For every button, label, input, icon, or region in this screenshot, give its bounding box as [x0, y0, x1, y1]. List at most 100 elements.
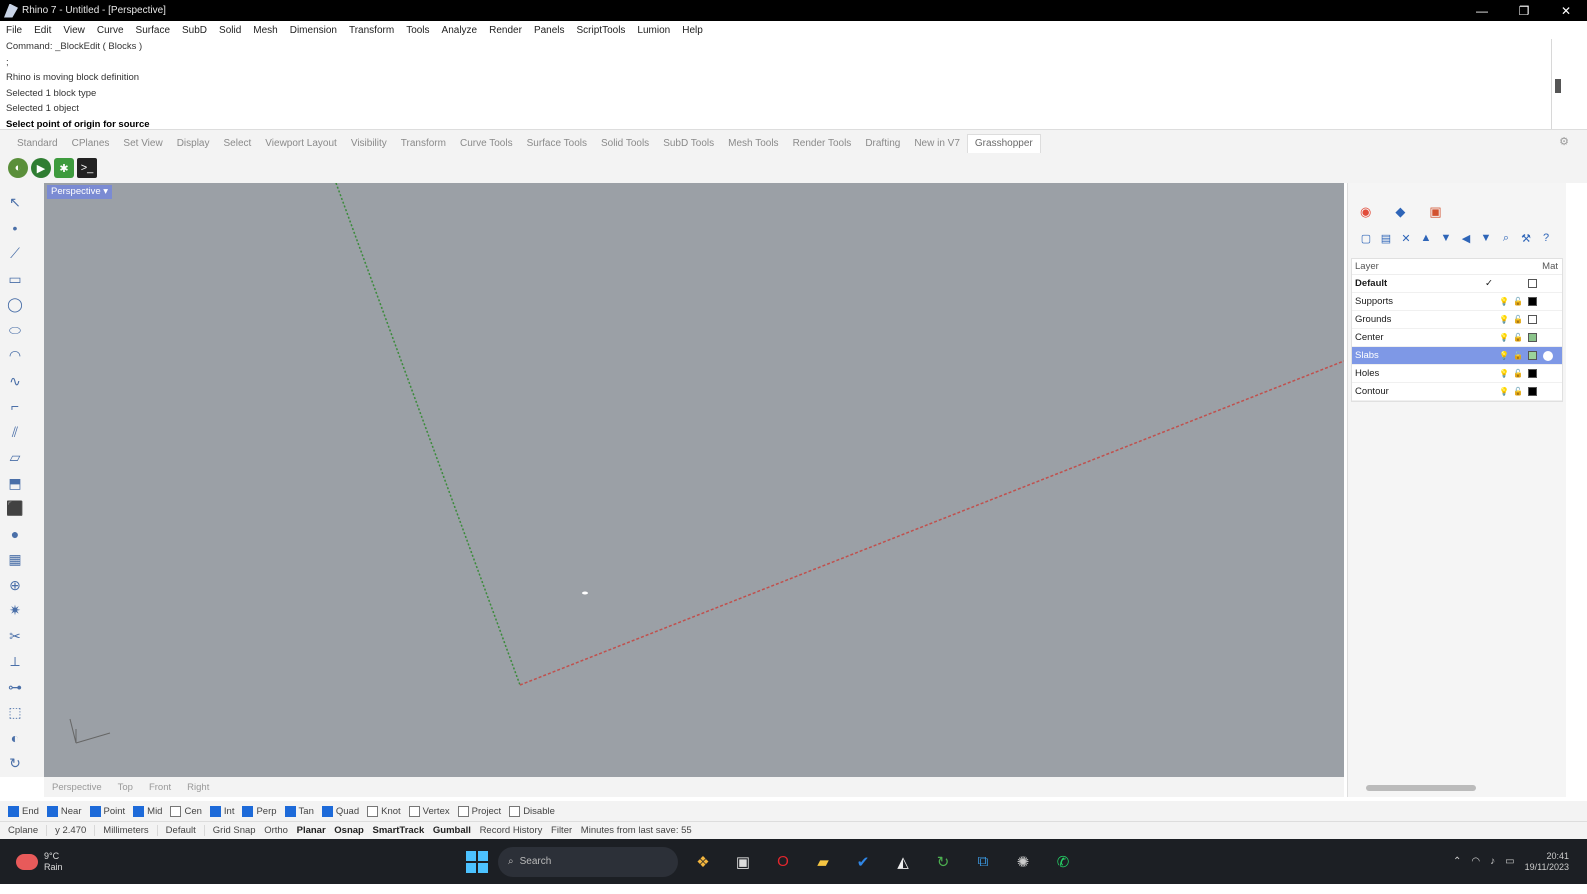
viewport-tab-perspective[interactable]: Perspective: [52, 782, 102, 793]
split-icon[interactable]: ⟂: [6, 652, 24, 670]
osnap-checkbox[interactable]: [321, 805, 333, 817]
menu-panels[interactable]: Panels: [534, 25, 565, 36]
extrude-icon[interactable]: ⬒: [6, 474, 24, 492]
search-icon[interactable]: ⌕: [1498, 232, 1514, 245]
material-dot[interactable]: [1543, 350, 1553, 361]
explode-icon[interactable]: ✷: [6, 601, 24, 619]
lock-icon[interactable]: 🔓: [1513, 387, 1523, 396]
point-icon[interactable]: •: [6, 219, 24, 237]
chevron-up-icon[interactable]: ⌃: [1453, 856, 1461, 867]
tab-curve-tools[interactable]: Curve Tools: [453, 138, 520, 153]
osnap-near[interactable]: Near: [46, 805, 82, 817]
new-sublayer-icon[interactable]: ▤: [1378, 232, 1394, 245]
tab-solid-tools[interactable]: Solid Tools: [594, 138, 656, 153]
command-scrollbar[interactable]: [1551, 39, 1565, 129]
visibility-bulb-icon[interactable]: 💡: [1499, 315, 1509, 324]
move-up-icon[interactable]: ▲: [1418, 232, 1434, 244]
file-explorer-icon[interactable]: ▰: [808, 847, 838, 877]
opera-icon[interactable]: O: [768, 847, 798, 877]
help-icon[interactable]: ?: [1538, 232, 1554, 244]
panel-scrollbar[interactable]: [1366, 785, 1476, 791]
layer-color-swatch[interactable]: [1528, 333, 1537, 342]
lock-icon[interactable]: 🔓: [1513, 297, 1523, 306]
menu-file[interactable]: File: [6, 25, 22, 36]
task-view-icon[interactable]: ▣: [728, 847, 758, 877]
viewport-name-label[interactable]: Perspective ▾: [47, 185, 113, 199]
tab-display[interactable]: Display: [170, 138, 217, 153]
menu-lumion[interactable]: Lumion: [637, 25, 670, 36]
tab-visibility[interactable]: Visibility: [344, 138, 394, 153]
menu-render[interactable]: Render: [489, 25, 522, 36]
layer-color-swatch[interactable]: [1528, 297, 1537, 306]
maximize-button[interactable]: ❐: [1503, 4, 1545, 18]
widgets-icon[interactable]: ❖: [688, 847, 718, 877]
lock-icon[interactable]: 🔓: [1513, 369, 1523, 378]
battery-icon[interactable]: ▭: [1505, 856, 1514, 867]
tab-transform[interactable]: Transform: [394, 138, 453, 153]
osnap-checkbox[interactable]: [408, 805, 420, 817]
box-icon[interactable]: ⬛: [6, 499, 24, 517]
group-icon[interactable]: ⬚: [6, 703, 24, 721]
osnap-quad[interactable]: Quad: [321, 805, 359, 817]
filter-toggle[interactable]: Filter: [551, 825, 572, 836]
join-icon[interactable]: ⊶: [6, 678, 24, 696]
menu-help[interactable]: Help: [682, 25, 703, 36]
osnap-tan[interactable]: Tan: [284, 805, 314, 817]
chatgpt-icon[interactable]: ✺: [1008, 847, 1038, 877]
osnap-perp[interactable]: Perp: [242, 805, 277, 817]
polyline-icon[interactable]: ⟋: [6, 244, 24, 262]
mesh-icon[interactable]: ▦: [6, 550, 24, 568]
record-history-toggle[interactable]: Record History: [480, 825, 543, 836]
taskbar-search[interactable]: ⌕ Search: [498, 846, 678, 877]
arc-icon[interactable]: ◠: [6, 346, 24, 364]
layer-color-swatch[interactable]: [1528, 351, 1537, 360]
menu-tools[interactable]: Tools: [406, 25, 429, 36]
filter-icon[interactable]: ▼: [1478, 232, 1494, 244]
planar-toggle[interactable]: Planar: [297, 825, 326, 836]
trim-icon[interactable]: ✂: [6, 627, 24, 645]
start-button[interactable]: [466, 850, 488, 873]
smarttrack-toggle[interactable]: SmartTrack: [373, 825, 425, 836]
surface-icon[interactable]: ▱: [6, 448, 24, 466]
menu-edit[interactable]: Edit: [34, 25, 51, 36]
weather-widget[interactable]: 9°C Rain: [0, 851, 300, 873]
tab-cplanes[interactable]: CPlanes: [65, 138, 117, 153]
tab-mesh-tools[interactable]: Mesh Tools: [721, 138, 785, 153]
lock-icon[interactable]: 🔓: [1513, 351, 1523, 360]
osnap-int[interactable]: Int: [209, 805, 234, 817]
vscode-icon[interactable]: ⧉: [968, 847, 998, 877]
move-down-icon[interactable]: ▼: [1438, 232, 1454, 244]
osnap-point[interactable]: Point: [89, 805, 125, 817]
tab-standard[interactable]: Standard: [10, 138, 65, 153]
layer-row[interactable]: Grounds 💡 🔓: [1352, 311, 1562, 329]
sync-icon[interactable]: ↻: [928, 847, 958, 877]
close-button[interactable]: ✕: [1545, 4, 1587, 18]
osnap-end[interactable]: End: [8, 805, 39, 817]
lock-icon[interactable]: 🔓: [1513, 333, 1523, 342]
curve-icon[interactable]: ∿: [6, 372, 24, 390]
grasshopper-open-icon[interactable]: ◐: [8, 158, 28, 178]
osnap-checkbox[interactable]: [209, 805, 221, 817]
menu-analyze[interactable]: Analyze: [442, 25, 478, 36]
layer-row[interactable]: Default ✓: [1352, 275, 1562, 293]
visibility-bulb-icon[interactable]: 💡: [1499, 351, 1509, 360]
play-icon[interactable]: ▶: [31, 158, 51, 178]
current-layer[interactable]: Default: [158, 825, 205, 836]
volume-icon[interactable]: ♪: [1490, 856, 1495, 867]
lock-icon[interactable]: 🔓: [1513, 315, 1523, 324]
circle-icon[interactable]: ◯: [6, 295, 24, 313]
minimize-button[interactable]: —: [1461, 4, 1503, 18]
menu-subd[interactable]: SubD: [182, 25, 207, 36]
layers-icon[interactable]: ◆: [1395, 204, 1405, 220]
osnap-toggle[interactable]: Osnap: [334, 825, 364, 836]
layer-color-swatch[interactable]: [1528, 369, 1537, 378]
osnap-checkbox[interactable]: [46, 805, 58, 817]
delete-layer-icon[interactable]: ✕: [1398, 232, 1414, 245]
grasshopper-icon[interactable]: ✱: [54, 158, 74, 178]
clock[interactable]: 20:41 19/11/2023: [1525, 851, 1569, 873]
menu-surface[interactable]: Surface: [136, 25, 170, 36]
visibility-bulb-icon[interactable]: 💡: [1499, 333, 1509, 342]
grid-snap-toggle[interactable]: Grid Snap: [213, 825, 256, 836]
menu-transform[interactable]: Transform: [349, 25, 394, 36]
layer-row[interactable]: Contour 💡 🔓: [1352, 383, 1562, 401]
